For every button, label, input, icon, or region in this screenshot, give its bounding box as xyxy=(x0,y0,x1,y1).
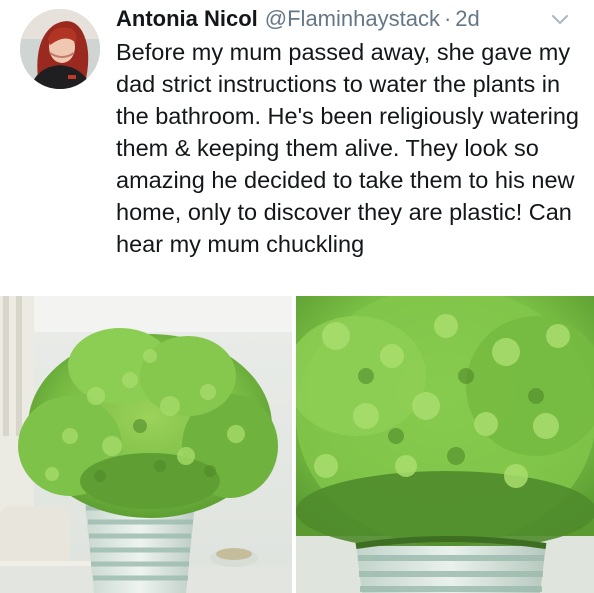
tweet-media xyxy=(0,296,594,593)
media-photo-1[interactable] xyxy=(0,296,292,593)
plant-photo-2 xyxy=(296,296,594,593)
author-handle[interactable]: @Flaminhaystack xyxy=(265,4,440,34)
header-separator: · xyxy=(443,6,452,31)
plant-photo-1 xyxy=(0,296,292,593)
chevron-down-icon xyxy=(552,15,568,24)
avatar-photo xyxy=(20,9,100,89)
tweet-card[interactable]: Antonia Nicol @Flaminhaystack · 2d Befor… xyxy=(0,0,594,593)
avatar[interactable] xyxy=(20,9,100,89)
author-name[interactable]: Antonia Nicol xyxy=(116,4,258,34)
tweet-menu-button[interactable] xyxy=(551,14,569,26)
media-photo-2[interactable] xyxy=(296,296,594,593)
tweet-text: Before my mum passed away, she gave my d… xyxy=(116,39,579,257)
tweet-header: Antonia Nicol @Flaminhaystack · 2d xyxy=(116,4,480,34)
tweet-timestamp[interactable]: 2d xyxy=(455,4,479,34)
